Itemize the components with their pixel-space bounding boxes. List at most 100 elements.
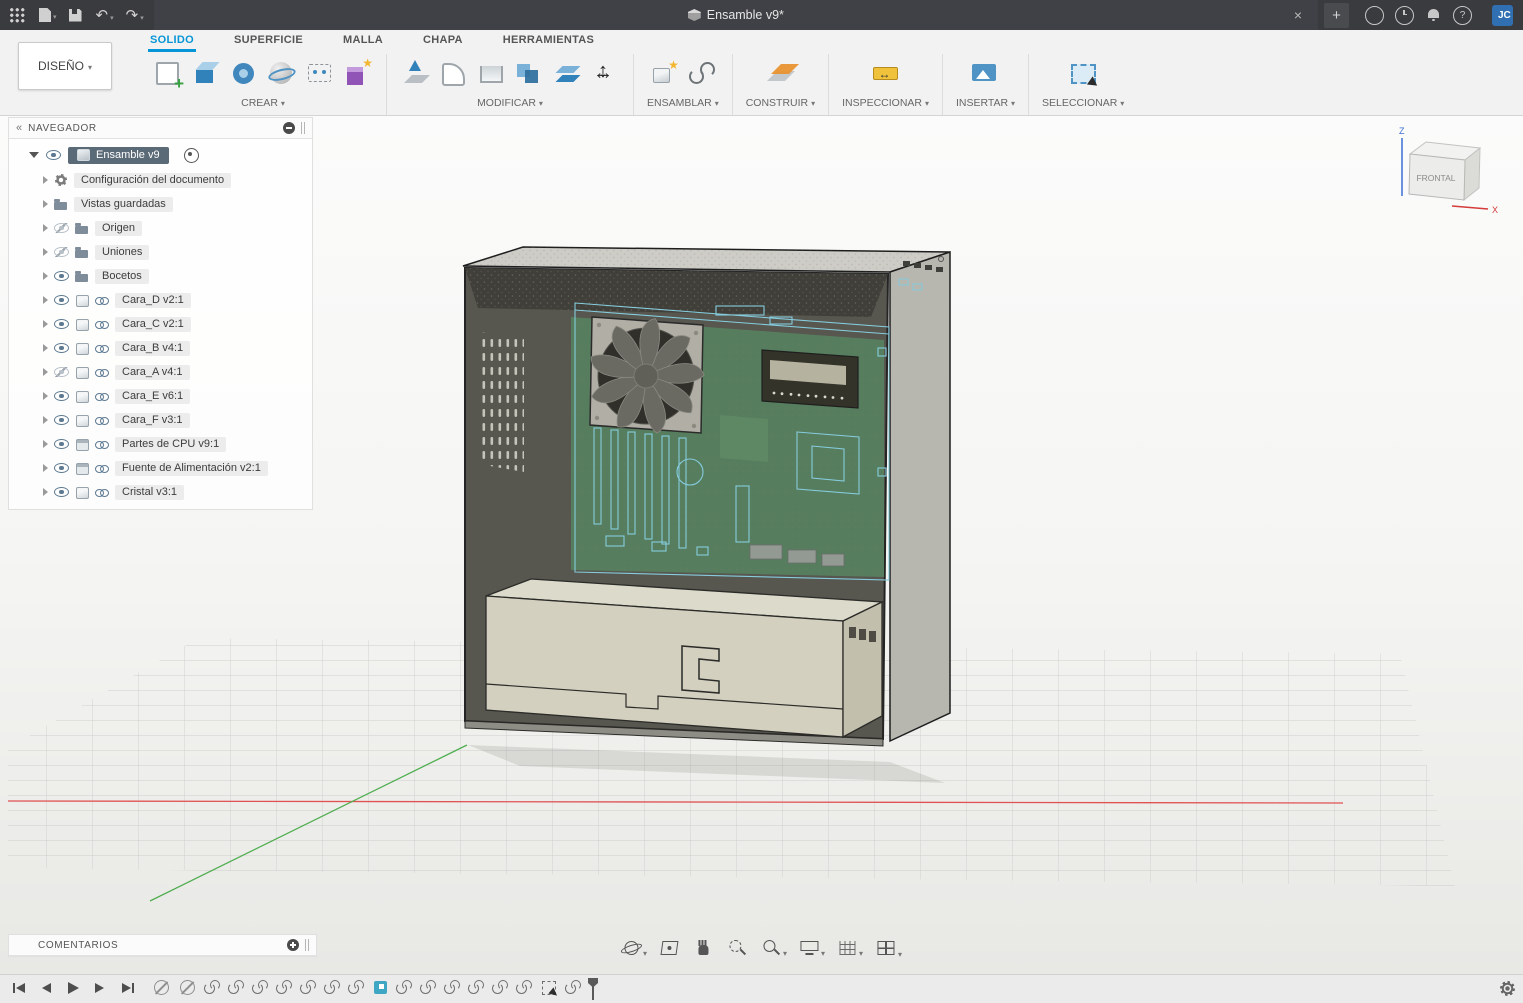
visibility-eye-icon[interactable] [54, 367, 69, 377]
look-at-icon[interactable] [659, 938, 681, 958]
viewports-icon[interactable]: ▾ [875, 937, 902, 959]
sphere-primitive-icon[interactable] [267, 58, 297, 91]
combine-icon[interactable] [514, 58, 544, 91]
browser-item-label[interactable]: Cara_D v2:1 [115, 293, 191, 308]
suppressed-feature-icon[interactable] [178, 978, 197, 1000]
expand-arrow[interactable] [43, 248, 48, 256]
redo-icon[interactable]: ↷ ▾ [126, 8, 144, 23]
display-settings-icon[interactable]: ▾ [799, 938, 825, 958]
suppressed-feature-icon[interactable] [152, 978, 171, 1000]
collapse-panel-icon[interactable]: « [16, 123, 22, 134]
visibility-eye-icon[interactable] [46, 150, 61, 160]
expand-arrow[interactable] [43, 368, 48, 376]
create-sketch-icon[interactable] [153, 58, 183, 91]
shell-icon[interactable] [476, 58, 506, 91]
browser-item-label[interactable]: Uniones [95, 245, 149, 260]
tab-chapa[interactable]: CHAPA [421, 30, 465, 52]
browser-item-label[interactable]: Fuente de Alimentación v2:1 [115, 461, 268, 476]
expand-arrow[interactable] [43, 464, 48, 472]
insert-image-icon[interactable] [970, 58, 1000, 91]
group-menu-modificar[interactable]: MODIFICAR ▾ [477, 97, 543, 109]
browser-item[interactable]: Partes de CPU v9:1 [9, 432, 312, 456]
browser-root-item[interactable]: Ensamble v9 [9, 142, 312, 168]
joint-feature-icon[interactable] [444, 979, 461, 999]
cpu-fan[interactable] [589, 317, 706, 435]
browser-item[interactable]: Cara_E v6:1 [9, 384, 312, 408]
browser-item-label[interactable]: Cara_A v4:1 [115, 365, 190, 380]
save-icon[interactable] [69, 9, 84, 22]
browser-item-label[interactable]: Bocetos [95, 269, 149, 284]
visibility-eye-icon[interactable] [54, 343, 69, 353]
expand-arrow[interactable] [43, 440, 48, 448]
tab-superficie[interactable]: SUPERFICIE [232, 30, 305, 52]
construction-plane-icon[interactable] [765, 58, 795, 91]
new-tab-button[interactable]: + [1324, 3, 1349, 28]
joint-feature-icon[interactable] [420, 979, 437, 999]
extensions-icon[interactable] [1365, 6, 1384, 25]
expand-arrow[interactable] [43, 224, 48, 232]
visibility-eye-icon[interactable] [54, 487, 69, 497]
visibility-eye-icon[interactable] [54, 223, 69, 233]
visibility-eye-icon[interactable] [54, 247, 69, 257]
panel-resize-grip[interactable] [305, 939, 306, 951]
expand-arrow[interactable] [43, 272, 48, 280]
help-icon[interactable]: ? [1453, 6, 1472, 25]
close-document-button[interactable]: × [1288, 6, 1308, 24]
joint-feature-icon[interactable] [324, 979, 341, 999]
apps-grid-icon[interactable] [10, 8, 27, 23]
document-tab[interactable]: Ensamble v9* × [154, 0, 1318, 30]
browser-item[interactable]: Cara_C v2:1 [9, 312, 312, 336]
expand-arrow[interactable] [43, 320, 48, 328]
expand-arrow[interactable] [43, 416, 48, 424]
browser-item[interactable]: Uniones [9, 240, 312, 264]
revolve-icon[interactable] [229, 58, 259, 91]
browser-item-label[interactable]: Origen [95, 221, 142, 236]
group-menu-insertar[interactable]: INSERTAR ▾ [956, 97, 1015, 109]
play-icon[interactable] [66, 982, 80, 997]
tab-solido[interactable]: SOLIDO [148, 30, 196, 52]
browser-item[interactable]: Fuente de Alimentación v2:1 [9, 456, 312, 480]
visibility-eye-icon[interactable] [54, 295, 69, 305]
joint-feature-icon[interactable] [565, 979, 582, 999]
orbit-icon[interactable]: ▾ [621, 938, 647, 958]
browser-item-label[interactable]: Configuración del documento [74, 173, 231, 188]
expand-arrow[interactable] [43, 296, 48, 304]
browser-item[interactable]: Bocetos [9, 264, 312, 288]
user-avatar[interactable]: JC [1492, 5, 1513, 26]
go-to-start-icon[interactable] [12, 982, 26, 997]
expand-arrow[interactable] [43, 488, 48, 496]
power-supply[interactable] [486, 579, 882, 737]
joint-feature-icon[interactable] [252, 979, 269, 999]
activate-component-radio[interactable] [184, 148, 199, 163]
browser-item[interactable]: Origen [9, 216, 312, 240]
extrude-icon[interactable] [191, 58, 221, 91]
joint-icon[interactable] [687, 58, 717, 91]
expand-arrow[interactable] [43, 200, 48, 208]
sketch-feature-icon[interactable] [372, 979, 389, 999]
joint-feature-icon[interactable] [204, 979, 221, 999]
select-icon[interactable] [1068, 58, 1098, 91]
new-component-icon[interactable] [649, 58, 679, 91]
visibility-eye-icon[interactable] [54, 415, 69, 425]
press-pull-icon[interactable] [400, 58, 430, 91]
visibility-eye-icon[interactable] [54, 319, 69, 329]
browser-item-label[interactable]: Cara_C v2:1 [115, 317, 191, 332]
step-back-icon[interactable] [39, 982, 53, 997]
expand-arrow[interactable] [29, 152, 39, 158]
browser-item-label[interactable]: Cara_F v3:1 [115, 413, 190, 428]
browser-item-label[interactable]: Cara_B v4:1 [115, 341, 190, 356]
move-copy-icon[interactable] [590, 58, 620, 91]
group-menu-crear[interactable]: CREAR ▾ [241, 97, 285, 109]
panel-resize-grip[interactable] [301, 122, 302, 134]
zoom-window-icon[interactable] [727, 938, 749, 958]
offset-face-icon[interactable] [552, 58, 582, 91]
group-menu-ensamblar[interactable]: ENSAMBLAR ▾ [647, 97, 719, 109]
joint-feature-icon[interactable] [468, 979, 485, 999]
timeline-settings-gear-icon[interactable] [1500, 981, 1515, 996]
zoom-icon[interactable]: ▾ [761, 938, 787, 958]
joint-feature-icon[interactable] [396, 979, 413, 999]
fillet-icon[interactable] [438, 58, 468, 91]
expand-arrow[interactable] [43, 344, 48, 352]
minimize-panel-button[interactable] [283, 122, 295, 134]
selection-feature-icon[interactable] [540, 979, 558, 1000]
